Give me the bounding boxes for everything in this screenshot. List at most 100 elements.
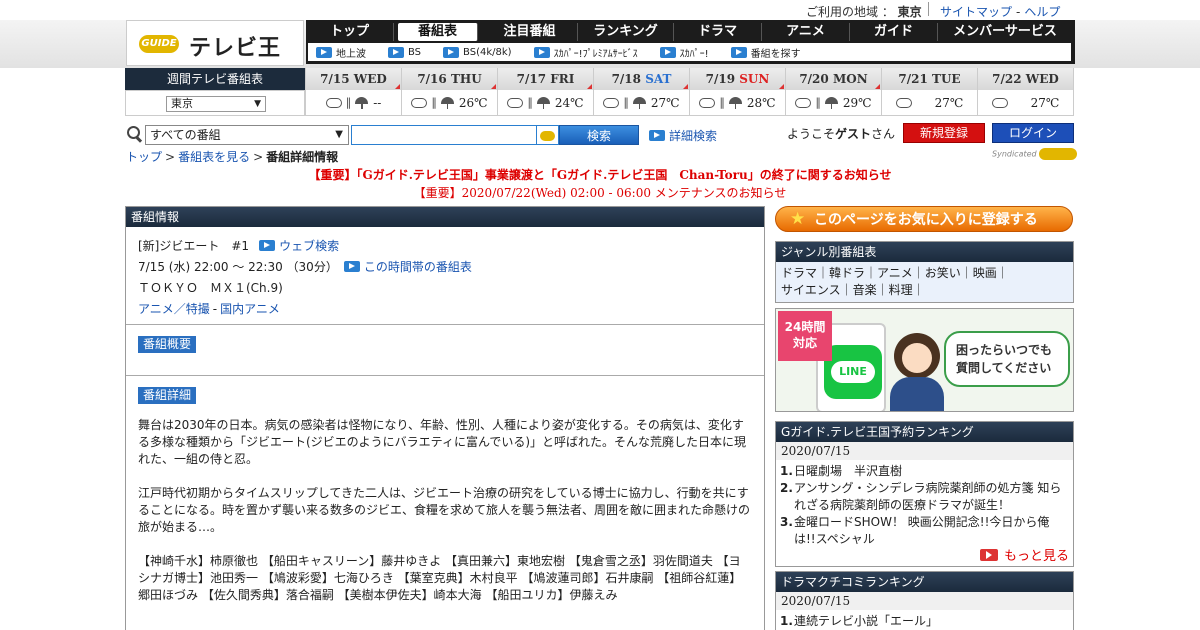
program-title: [新]ジビエート #1 (138, 239, 250, 253)
list-item[interactable]: 2. アンサング・シンデレラ病院薬剤師の処方箋 知られざる病院薬剤師の医療ドラマが… (780, 480, 1069, 514)
program-time: 7/15 (水) 22:00 ～ 22:30 （30分） (138, 260, 338, 274)
detail-paragraph-2: 江戸時代初期からタイムスリップしてきた二人は、ジビエート治療の研究をしている博士… (138, 486, 751, 534)
timeslot-link[interactable]: この時間帯の番組表 (343, 258, 472, 275)
nav-tab-ranking[interactable]: ランキング (578, 23, 674, 41)
more-link[interactable]: もっと見る (979, 545, 1069, 564)
register-button[interactable]: 新規登録 (903, 123, 985, 143)
subtab-bs[interactable]: BS (388, 46, 421, 58)
search-category-select[interactable]: すべての番組 ▼ (145, 125, 349, 145)
cloud-icon (603, 97, 620, 108)
corner-mark-icon (491, 84, 496, 89)
program-meta: [新]ジビエート #1 ウェブ検索 7/15 (水) 22:00 ～ 22:30… (138, 237, 472, 317)
ranking-header: Gガイド.テレビ王国予約ランキング (776, 422, 1073, 442)
area-select[interactable]: 東京 ▼ (166, 96, 266, 112)
weekly-schedule-bar: 週間テレビ番組表 東京 ▼ 7/15 WED ‖ -- 7/16 THU ‖ 26℃ 7/17… (125, 68, 1075, 116)
operator-body (890, 377, 944, 411)
operator-face (902, 343, 932, 373)
ranking-date: 2020/07/15 (776, 592, 1073, 610)
24h-badge: 24時間 対応 (778, 311, 832, 361)
list-item[interactable]: 1. 連続テレビ小説「エール」 (780, 613, 1069, 630)
reservation-ranking-box: Gガイド.テレビ王国予約ランキング 2020/07/15 1. 日曜劇場 半沢直樹… (775, 421, 1074, 567)
search-button[interactable]: 検索 (559, 125, 639, 145)
weekly-label[interactable]: 週間テレビ番組表 (125, 68, 305, 90)
notice-maintenance[interactable]: 【重要】2020/07/22(Wed) 02:00 - 06:00 メンテナンス… (0, 184, 1200, 201)
day-column[interactable]: 7/18 SAT ‖ 27℃ (593, 68, 689, 116)
day-header: 7/15 WED (306, 68, 401, 90)
corner-mark-icon (875, 84, 880, 89)
nav-tab-featured[interactable]: 注目番組 (482, 23, 578, 41)
line-support-banner[interactable]: LINE 24時間 対応 困ったらいつでも 質問してください (775, 308, 1074, 412)
search-input[interactable] (351, 125, 537, 145)
genre-links: ドラマ｜韓ドラ｜アニメ｜お笑い｜映画｜ サイエンス｜音楽｜料理｜ (776, 262, 1073, 302)
help-link[interactable]: ヘルプ (1024, 5, 1060, 19)
sitemap-link[interactable]: サイトマップ (940, 5, 1012, 19)
day-column[interactable]: 7/15 WED ‖ -- (305, 68, 401, 116)
subtab-terrestrial[interactable]: 地上波 (316, 45, 366, 60)
summary-tag: 番組概要 (138, 336, 197, 353)
list-item[interactable]: 1. 日曜劇場 半沢直樹 (780, 463, 1069, 480)
day-header: 7/16 THU (402, 68, 497, 90)
day-column[interactable]: 7/20 MON ‖ 29℃ (785, 68, 881, 116)
nav-tab-guide[interactable]: ガイド (850, 23, 938, 41)
day-column[interactable]: 7/16 THU ‖ 26℃ (401, 68, 497, 116)
site-logo[interactable]: GUIDE テレビ王国 (126, 20, 304, 93)
detail-tag: 番組詳細 (138, 387, 197, 404)
program-info-panel: 番組情報 [新]ジビエート #1 ウェブ検索 7/15 (水) 22:00 ～ … (125, 206, 765, 630)
nav-subtabs: 地上波 BS BS(4k/8k) ｽｶﾊﾟｰ!ﾌﾟﾚﾐｱﾑｻｰﾋﾞｽ ｽｶﾊﾟｰ… (308, 43, 1071, 61)
login-button[interactable]: ログイン (992, 123, 1074, 143)
breadcrumb-schedule[interactable]: 番組表を見る (178, 150, 250, 164)
web-search-link[interactable]: ウェブ検索 (259, 237, 339, 254)
star-icon: ★ (790, 209, 806, 229)
day-column[interactable]: 7/22 WED 27℃ (977, 68, 1074, 116)
umbrella-icon (440, 96, 454, 109)
day-weather: ‖ 27℃ (594, 90, 689, 116)
list-item[interactable]: 3. 金曜ロードSHOW！ 映画公開記念!!今日から俺は!!スペシャル (780, 514, 1069, 548)
arrow-right-icon (316, 46, 332, 58)
breadcrumb-top[interactable]: トップ (126, 150, 162, 164)
day-weather: 27℃ (978, 90, 1073, 116)
genre-row-1[interactable]: ドラマ｜韓ドラ｜アニメ｜お笑い｜映画｜ (781, 265, 1068, 282)
nav-tab-schedule[interactable]: 番組表 (398, 23, 478, 41)
nav-tab-member[interactable]: メンバーサービス (938, 23, 1072, 41)
corner-mark-icon (587, 84, 592, 89)
umbrella-icon (824, 96, 838, 109)
day-header: 7/18 SAT (594, 68, 689, 90)
genre-schedule-box: ジャンル別番組表 ドラマ｜韓ドラ｜アニメ｜お笑い｜映画｜ サイエンス｜音楽｜料理… (775, 241, 1074, 303)
ranking-date: 2020/07/15 (776, 442, 1073, 460)
arrow-right-icon (649, 130, 665, 141)
arrow-right-icon (979, 548, 998, 561)
genre-sub-link[interactable]: 国内アニメ (220, 300, 280, 317)
day-column[interactable]: 7/17 FRI ‖ 24℃ (497, 68, 593, 116)
add-favorite-button[interactable]: ★ このページをお気に入りに登録する (775, 206, 1073, 232)
day-header: 7/21 TUE (882, 68, 977, 90)
panel-header: 番組情報 (126, 207, 764, 227)
day-weather: ‖ 26℃ (402, 90, 497, 116)
day-column[interactable]: 7/21 TUE 27℃ (881, 68, 977, 116)
umbrella-icon (632, 96, 646, 109)
cloud-icon (895, 97, 912, 108)
ranking-list: 1. 日曜劇場 半沢直樹 2. アンサング・シンデレラ病院薬剤師の処方箋 知られざる… (776, 460, 1073, 548)
line-app-icon: LINE (824, 345, 882, 399)
subtab-skyperfect[interactable]: ｽｶﾊﾟｰ! (659, 45, 709, 60)
program-channel: ＴＯＫＹＯ ＭＸ１(Ch.9) (138, 281, 283, 295)
day-header: 7/20 MON (786, 68, 881, 90)
genre-main-link[interactable]: アニメ／特撮 (138, 300, 210, 317)
speech-bubble: 困ったらいつでも 質問してください (944, 331, 1070, 387)
day-header: 7/19 SUN (690, 68, 785, 90)
advanced-search-link[interactable]: 詳細検索 (649, 127, 717, 144)
nav-tab-top[interactable]: トップ (306, 23, 394, 41)
utility-links: サイトマップ - ヘルプ (940, 5, 1061, 19)
arrow-right-icon (259, 240, 276, 251)
detail-cast: 【神崎千水】柿原徹也 【船田キャスリーン】藤井ゆきよ 【真田兼六】東地宏樹 【鬼… (138, 554, 742, 602)
genre-row-2[interactable]: サイエンス｜音楽｜料理｜ (781, 282, 1068, 299)
arrow-right-icon (343, 261, 360, 272)
corner-mark-icon (779, 84, 784, 89)
subtab-find-program[interactable]: 番組を探す (730, 45, 801, 60)
subtab-bs4k[interactable]: BS(4k/8k) (443, 46, 512, 58)
nav-tab-drama[interactable]: ドラマ (674, 23, 762, 41)
nav-tab-anime[interactable]: アニメ (762, 23, 850, 41)
area-cell: 東京 ▼ (125, 90, 305, 116)
notice-important-transfer[interactable]: 【重要】「Gガイド.テレビ王国」事業譲渡と「Gガイド.テレビ王国 Chan-To… (0, 166, 1200, 183)
subtab-skyperfect-premium[interactable]: ｽｶﾊﾟｰ!ﾌﾟﾚﾐｱﾑｻｰﾋﾞｽ (533, 45, 638, 60)
day-column[interactable]: 7/19 SUN ‖ 28℃ (689, 68, 785, 116)
